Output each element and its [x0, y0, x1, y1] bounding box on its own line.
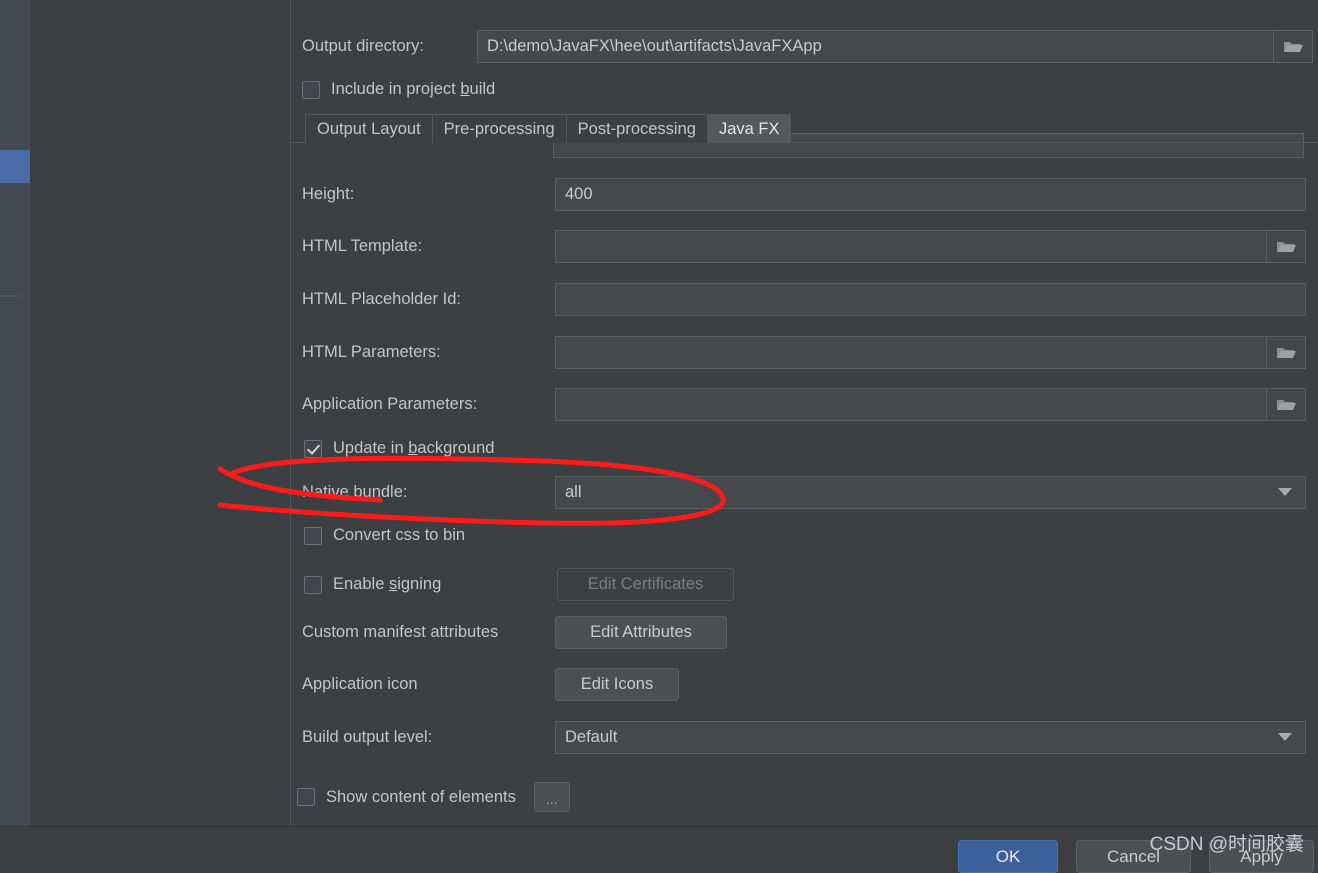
- update-in-background-row[interactable]: Update in background: [291, 439, 1318, 458]
- html-parameters-input[interactable]: [555, 336, 1306, 369]
- enable-signing-row: Enable signing Edit Certificates: [291, 568, 1318, 601]
- folder-icon: [1277, 399, 1296, 410]
- edit-certificates-button[interactable]: Edit Certificates: [557, 568, 734, 601]
- include-in-project-build-row[interactable]: Include in project build: [291, 80, 1318, 99]
- update-in-background-checkbox[interactable]: [304, 439, 322, 458]
- tab-java-fx[interactable]: Java FX: [706, 114, 792, 143]
- output-directory-label: Output directory:: [302, 37, 424, 55]
- html-placeholder-id-label: HTML Placeholder Id:: [302, 290, 461, 308]
- application-parameters-row: Application Parameters:: [291, 388, 1318, 421]
- custom-manifest-attributes-label: Custom manifest attributes: [302, 623, 499, 641]
- left-tool-rail: [0, 0, 30, 860]
- html-parameters-browse-button[interactable]: [1266, 337, 1305, 368]
- application-icon-row: Application icon Edit Icons: [291, 668, 1318, 701]
- chevron-down-icon[interactable]: [1265, 722, 1305, 753]
- output-directory-value: D:\demo\JavaFX\hee\out\artifacts\JavaFXA…: [487, 37, 822, 55]
- output-directory-input[interactable]: D:\demo\JavaFX\hee\out\artifacts\JavaFXA…: [477, 30, 1313, 63]
- edit-attributes-button[interactable]: Edit Attributes: [555, 616, 727, 649]
- height-input[interactable]: 400: [555, 178, 1306, 211]
- html-placeholder-id-row: HTML Placeholder Id:: [291, 283, 1318, 316]
- application-icon-label: Application icon: [302, 675, 418, 693]
- settings-tree-pane: [30, 0, 291, 860]
- update-in-background-label: Update in background: [333, 439, 495, 457]
- rail-divider: [0, 295, 18, 297]
- chevron-down-icon[interactable]: [1265, 477, 1305, 508]
- include-in-project-build-label: Include in project build: [331, 80, 496, 98]
- edit-icons-button[interactable]: Edit Icons: [555, 668, 679, 701]
- show-content-of-elements-checkbox[interactable]: [297, 788, 315, 806]
- csdn-watermark: CSDN @时间胶囊: [1149, 834, 1304, 855]
- rail-selected-item[interactable]: [0, 150, 30, 183]
- tab-pre-processing[interactable]: Pre-processing: [431, 114, 567, 143]
- build-output-level-label: Build output level:: [302, 728, 433, 746]
- folder-icon: [1277, 241, 1296, 252]
- chevron-down-glyph: [1278, 733, 1292, 741]
- show-content-ellipsis-button[interactable]: ...: [533, 782, 570, 812]
- folder-icon: [1277, 347, 1296, 358]
- show-content-of-elements-row: Show content of elements ...: [291, 782, 1318, 812]
- tabstrip: Output Layout Pre-processing Post-proces…: [305, 113, 792, 143]
- enable-signing-label: Enable signing: [333, 575, 442, 593]
- tab-output-layout[interactable]: Output Layout: [305, 114, 433, 143]
- screenshot-root: Output directory: D:\demo\JavaFX\hee\out…: [0, 0, 1318, 873]
- show-content-of-elements-label: Show content of elements: [326, 787, 516, 806]
- output-directory-browse-button[interactable]: [1273, 31, 1312, 62]
- native-bundle-label: Native bundle:: [302, 483, 408, 501]
- chevron-down-glyph: [1278, 488, 1292, 496]
- custom-manifest-attributes-row: Custom manifest attributes Edit Attribut…: [291, 616, 1318, 649]
- native-bundle-row: Native bundle: all: [291, 476, 1318, 509]
- ok-button[interactable]: OK: [958, 840, 1058, 873]
- html-template-browse-button[interactable]: [1266, 231, 1305, 262]
- application-parameters-browse-button[interactable]: [1266, 389, 1305, 420]
- html-placeholder-id-input[interactable]: [555, 283, 1306, 316]
- application-parameters-label: Application Parameters:: [302, 395, 478, 413]
- build-output-level-row: Build output level: Default: [291, 721, 1318, 754]
- html-template-row: HTML Template:: [291, 230, 1318, 263]
- tab-post-processing[interactable]: Post-processing: [565, 114, 708, 143]
- convert-css-to-bin-row[interactable]: Convert css to bin: [291, 526, 1318, 545]
- build-output-level-value: Default: [565, 728, 618, 746]
- html-parameters-label: HTML Parameters:: [302, 343, 441, 361]
- height-row: Height: 400: [291, 178, 1318, 211]
- dialog-button-bar: OK Cancel Apply: [0, 827, 1318, 873]
- build-output-level-combobox[interactable]: Default: [555, 721, 1306, 754]
- convert-css-to-bin-checkbox[interactable]: [304, 526, 322, 545]
- height-label: Height:: [302, 185, 355, 203]
- html-template-label: HTML Template:: [302, 237, 423, 255]
- output-directory-row: Output directory: D:\demo\JavaFX\hee\out…: [291, 30, 1318, 63]
- html-template-input[interactable]: [555, 230, 1306, 263]
- html-parameters-row: HTML Parameters:: [291, 336, 1318, 369]
- native-bundle-value: all: [565, 483, 582, 501]
- include-in-project-build-checkbox[interactable]: [302, 80, 320, 99]
- application-parameters-input[interactable]: [555, 388, 1306, 421]
- height-value: 400: [565, 185, 593, 203]
- convert-css-to-bin-label: Convert css to bin: [333, 526, 466, 544]
- enable-signing-checkbox[interactable]: [304, 575, 322, 594]
- folder-icon: [1284, 41, 1303, 52]
- artifact-settings-pane: Output directory: D:\demo\JavaFX\hee\out…: [291, 0, 1318, 826]
- native-bundle-combobox[interactable]: all: [555, 476, 1306, 509]
